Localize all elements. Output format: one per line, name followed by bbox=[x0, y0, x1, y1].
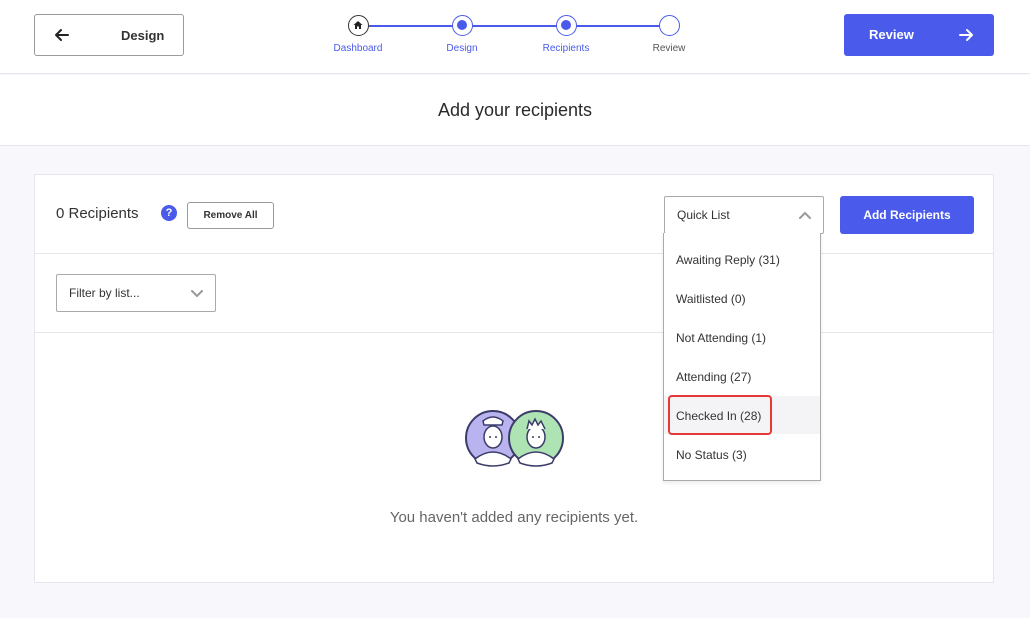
recipients-card-header: 0 Recipients ? Remove All Quick List Add… bbox=[35, 175, 993, 254]
quick-list-option-label: Waitlisted (0) bbox=[676, 292, 746, 306]
home-icon bbox=[353, 21, 363, 29]
quick-list-option-label: Not Attending (1) bbox=[676, 331, 767, 345]
quick-list-select[interactable]: Quick List bbox=[664, 196, 824, 234]
quick-list-option-checked-in[interactable]: Checked In (28) bbox=[664, 395, 820, 435]
filter-by-list-select[interactable]: Filter by list... bbox=[56, 274, 216, 312]
step-design-label: Design bbox=[446, 43, 478, 54]
add-recipients-button[interactable]: Add Recipients bbox=[840, 196, 974, 234]
review-button[interactable]: Review bbox=[844, 14, 994, 56]
top-bar: Design Dashboard Design Recipients Revie… bbox=[0, 0, 1030, 74]
quick-list-option-label: No Status (3) bbox=[676, 448, 747, 462]
quick-list-option-label: Attending (27) bbox=[676, 370, 752, 384]
quick-list-option[interactable]: Waitlisted (0) bbox=[664, 279, 820, 317]
empty-state-message: You haven't added any recipients yet. bbox=[389, 509, 639, 526]
quick-list-option[interactable]: Awaiting Reply (31) bbox=[664, 240, 820, 278]
step-review-label: Review bbox=[652, 43, 686, 54]
help-icon[interactable]: ? bbox=[161, 205, 177, 221]
title-band: Add your recipients bbox=[0, 75, 1030, 146]
page-title: Add your recipients bbox=[437, 100, 593, 120]
chevron-down-icon bbox=[191, 290, 203, 298]
people-illustration-icon bbox=[465, 410, 564, 467]
step-recipients-dot bbox=[556, 15, 577, 36]
back-to-design-button[interactable]: Design bbox=[34, 14, 184, 56]
quick-list-option-label: Awaiting Reply (31) bbox=[676, 253, 780, 267]
filter-row: Filter by list... bbox=[35, 254, 993, 333]
stepper-line bbox=[369, 25, 671, 27]
step-design-dot bbox=[452, 15, 473, 36]
step-dashboard-dot bbox=[348, 15, 369, 36]
review-button-label: Review bbox=[869, 27, 914, 42]
chevron-up-icon bbox=[799, 211, 811, 219]
quick-list-label: Quick List bbox=[677, 208, 730, 222]
filter-placeholder: Filter by list... bbox=[69, 286, 140, 300]
step-recipients-label: Recipients bbox=[542, 43, 590, 54]
step-review-dot bbox=[659, 15, 680, 36]
recipients-card: 0 Recipients ? Remove All Quick List Add… bbox=[34, 174, 994, 583]
quick-list-option[interactable]: No Status (3) bbox=[664, 435, 820, 473]
remove-all-button[interactable]: Remove All bbox=[187, 202, 274, 229]
recipient-count: 0 Recipients bbox=[56, 205, 139, 222]
highlight-box bbox=[668, 395, 772, 435]
progress-stepper: Dashboard Design Recipients Review bbox=[320, 14, 720, 64]
step-dashboard-label: Dashboard bbox=[333, 43, 383, 54]
quick-list-option[interactable]: Attending (27) bbox=[664, 357, 820, 395]
arrow-left-icon bbox=[55, 29, 69, 41]
arrow-right-icon bbox=[959, 29, 973, 41]
back-button-label: Design bbox=[121, 28, 165, 43]
quick-list-option[interactable]: Not Attending (1) bbox=[664, 318, 820, 356]
quick-list-dropdown: Awaiting Reply (31) Waitlisted (0) Not A… bbox=[663, 233, 821, 481]
